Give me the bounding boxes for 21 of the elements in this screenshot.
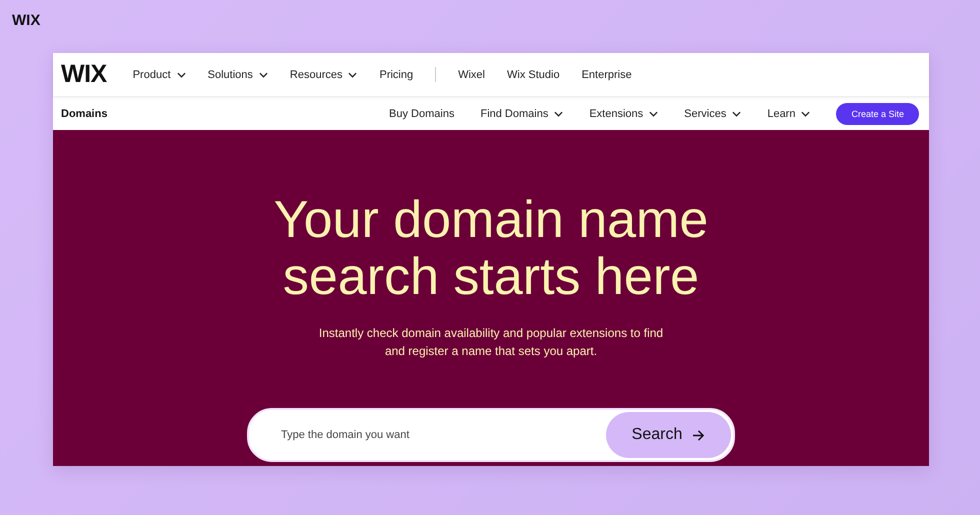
hero-subtitle: Instantly check domain availability and popular extensions to find and register a name that sets you apart. [318, 325, 664, 360]
hero-heading: Your domain name search starts here [272, 192, 710, 306]
nav-link[interactable]: Wix Studio [507, 68, 560, 80]
wix-logo[interactable]: WIX [61, 60, 107, 89]
nav-link[interactable]: Resources [290, 68, 358, 80]
arrow-right-icon [692, 430, 706, 440]
nav-link[interactable]: Wixel [458, 68, 485, 80]
wix-logo: WIX [12, 12, 40, 29]
nav-link[interactable]: Find Domains [480, 108, 564, 120]
create-site-button[interactable]: Create a Site [836, 102, 919, 124]
section-title: Domains [61, 108, 108, 120]
search-button[interactable]: Search [606, 412, 731, 458]
nav-link[interactable]: Product [132, 68, 186, 80]
nav-link[interactable]: Solutions [208, 68, 268, 80]
nav-link[interactable]: Services [684, 108, 742, 120]
nav-link[interactable]: Extensions [589, 108, 658, 120]
nav-link[interactable]: Learn [767, 108, 810, 120]
nav-link[interactable]: Buy Domains [389, 108, 454, 120]
nav-link[interactable]: Pricing [379, 68, 414, 80]
domain-search-field[interactable]: Type the domain you want Search [247, 408, 735, 462]
nav-link[interactable]: Enterprise [582, 68, 632, 80]
